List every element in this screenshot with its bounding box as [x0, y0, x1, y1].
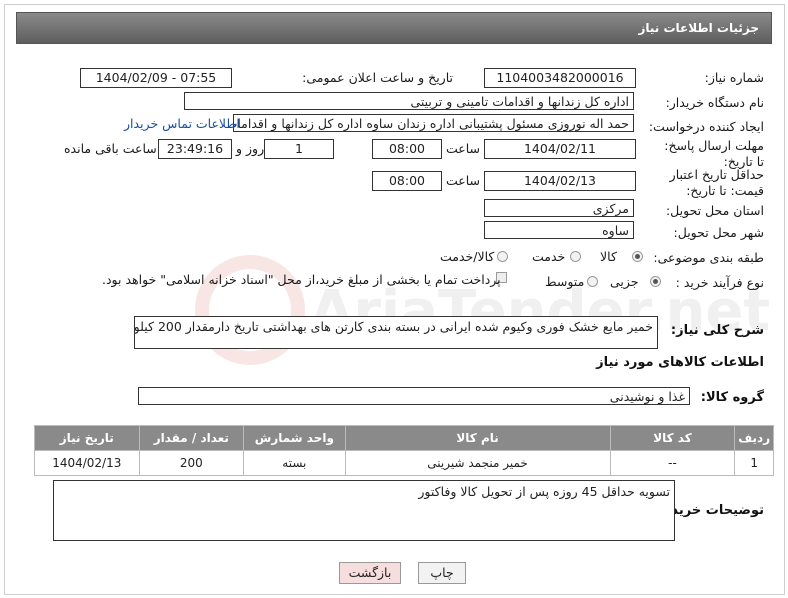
need-number-field: 1104003482000016 — [484, 68, 636, 88]
announce-label: تاریخ و ساعت اعلان عمومی: — [302, 70, 453, 85]
cell-item-code: -- — [609, 450, 736, 476]
col-row: ردیف — [734, 425, 774, 451]
province-label: استان محل تحویل: — [665, 203, 764, 218]
creator-field: حمد اله نوروزی مسئول پشتیبانی اداره زندا… — [233, 114, 634, 132]
col-need-date: تاریخ نیاز — [34, 425, 140, 451]
price-validity-label: حداقل تاریخ اعتبار قیمت: تا تاریخ: — [669, 167, 764, 198]
buyer-org-field: اداره کل زندانها و اقدامات تامینی و تربی… — [184, 92, 634, 110]
cell-row: 1 — [734, 450, 774, 476]
col-quantity: تعداد / مقدار — [138, 425, 245, 451]
days-label: روز و — [236, 141, 265, 156]
col-unit: واحد شمارش — [243, 425, 346, 451]
category-option-service: خدمت — [532, 249, 566, 264]
cell-unit: بسته — [243, 450, 346, 476]
category-option-both: کالا/خدمت — [440, 249, 495, 264]
remaining-label: ساعت باقی مانده — [64, 141, 157, 156]
goods-section-title: اطلاعات کالاهای مورد نیاز — [596, 355, 764, 370]
col-item-code: کد کالا — [609, 425, 736, 451]
process-option-medium: متوسط — [545, 274, 585, 289]
price-time-field: 08:00 — [372, 171, 442, 191]
process-label: نوع فرآیند خرید : — [675, 275, 764, 290]
city-field: ساوه — [484, 221, 634, 239]
price-date-field: 1404/02/13 — [484, 171, 636, 191]
description-box: خمیر مایع خشک فوری وکیوم شده ایرانی در ب… — [134, 316, 658, 349]
goods-group-field: غذا و نوشیدنی — [138, 387, 690, 405]
treasury-payment-note: پرداخت تمام یا بخشی از مبلغ خرید،از محل … — [102, 272, 501, 287]
buyer-notes-box: تسویه حداقل 45 روزه پس از تحویل کالا وفا… — [53, 480, 675, 541]
process-radio-medium[interactable] — [587, 276, 598, 287]
back-button[interactable]: بازگشت — [339, 562, 401, 584]
print-button[interactable]: چاپ — [418, 562, 466, 584]
cell-need-date: 1404/02/13 — [34, 450, 140, 476]
goods-table: تاریخ نیاز تعداد / مقدار واحد شمارش نام … — [34, 425, 774, 476]
price-time-label: ساعت — [446, 173, 481, 188]
reply-time-label: ساعت — [446, 141, 481, 156]
province-field: مرکزی — [484, 199, 634, 217]
days-field: 1 — [264, 139, 334, 159]
cell-item-name: خمیر منجمد شیرینی — [344, 450, 611, 476]
description-text: خمیر مایع خشک فوری وکیوم شده ایرانی در ب… — [135, 319, 653, 334]
table-header-row: تاریخ نیاز تعداد / مقدار واحد شمارش نام … — [34, 425, 774, 451]
page-header: جزئیات اطلاعات نیاز — [16, 12, 772, 44]
announce-field: 1404/02/09 - 07:55 — [80, 68, 232, 88]
process-radio-minor[interactable] — [650, 276, 661, 287]
buyer-org-label: نام دستگاه خریدار: — [665, 95, 764, 110]
reply-date-field: 1404/02/11 — [484, 139, 636, 159]
reply-deadline-label: مهلت ارسال پاسخ: تا تاریخ: — [664, 138, 764, 169]
process-option-minor: جزیی — [610, 274, 639, 289]
page-title: جزئیات اطلاعات نیاز — [638, 21, 759, 35]
cell-quantity: 200 — [138, 450, 245, 476]
category-radio-goods[interactable] — [632, 251, 643, 262]
description-label: شرح کلی نیاز: — [670, 323, 764, 338]
creator-label: ایجاد کننده درخواست: — [648, 119, 764, 134]
remaining-time-field: 23:49:16 — [158, 139, 232, 159]
buyer-notes-text: تسویه حداقل 45 روزه پس از تحویل کالا وفا… — [418, 484, 670, 499]
col-item-name: نام کالا — [344, 425, 611, 451]
category-radio-both[interactable] — [497, 251, 508, 262]
category-label: طبقه بندی موضوعی: — [653, 250, 764, 265]
reply-time-field: 08:00 — [372, 139, 442, 159]
contact-buyer-link[interactable]: اطلاعات تماس خریدار — [124, 116, 240, 131]
goods-group-label: گروه کالا: — [700, 390, 764, 405]
category-radio-service[interactable] — [570, 251, 581, 262]
city-label: شهر محل تحویل: — [673, 225, 764, 240]
category-option-goods: کالا — [600, 249, 617, 264]
need-number-label: شماره نیاز: — [704, 70, 764, 85]
table-row: 1404/02/13 200 بسته خمیر منجمد شیرینی --… — [34, 450, 774, 476]
